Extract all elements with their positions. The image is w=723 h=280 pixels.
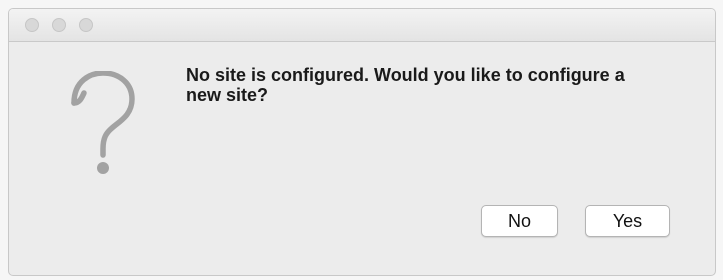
zoom-window-button[interactable] xyxy=(79,18,93,32)
yes-button[interactable]: Yes xyxy=(585,205,670,237)
dialog-message: No site is configured. Would you like to… xyxy=(186,65,625,105)
close-window-button[interactable] xyxy=(25,18,39,32)
title-bar xyxy=(9,9,715,42)
dialog-window: No site is configured. Would you like to… xyxy=(8,8,716,276)
minimize-window-button[interactable] xyxy=(52,18,66,32)
no-button[interactable]: No xyxy=(481,205,558,237)
question-mark-icon xyxy=(71,71,135,174)
